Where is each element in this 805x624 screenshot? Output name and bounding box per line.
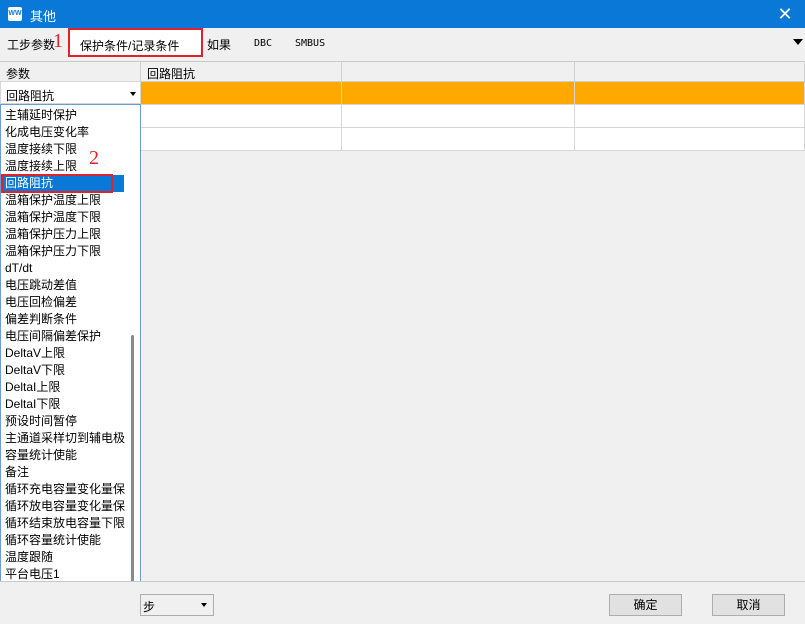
column-header-2 — [342, 62, 575, 82]
param-combo-value: 回路阻抗 — [6, 89, 55, 103]
dropdown-item[interactable]: 循环充电容量变化量保护 — [5, 481, 125, 498]
dropdown-item[interactable]: 预设时间暂停 — [5, 413, 125, 430]
column-header-1: 回路阻抗 — [141, 62, 342, 82]
dropdown-item[interactable]: 容量统计使能 — [5, 447, 125, 464]
chevron-down-icon[interactable] — [201, 603, 207, 607]
grid-cell-r3-c1[interactable] — [141, 128, 342, 151]
dropdown-item[interactable]: 温度接续下限 — [5, 141, 125, 158]
dropdown-item[interactable]: 温度接续上限 — [5, 158, 125, 175]
dropdown-item[interactable]: 循环放电容量变化量保护 — [5, 498, 125, 515]
dropdown-item[interactable]: 电压回检偏差 — [5, 294, 125, 311]
bottom-bar: 步 确定 取消 — [0, 581, 805, 624]
dropdown-item[interactable]: 化成电压变化率 — [5, 124, 125, 141]
dropdown-scroll-thumb[interactable] — [131, 335, 134, 600]
dropdown-item[interactable]: 温箱保护压力上限 — [5, 226, 125, 243]
tab-smbus[interactable]: SMBUS — [295, 38, 325, 49]
chevron-down-icon[interactable] — [130, 92, 136, 96]
dropdown-item[interactable]: 温度跟随 — [5, 549, 125, 566]
tab-overflow-arrow-icon[interactable] — [793, 39, 803, 45]
app-icon: WW — [8, 7, 22, 21]
grid-cell-r2-c2[interactable] — [342, 105, 575, 128]
dropdown-item[interactable]: 电压间隔偏差保护 — [5, 328, 125, 345]
title-bar: WW 其他 ✕ — [0, 0, 805, 28]
dropdown-item[interactable]: DeltaI下限 — [5, 396, 125, 413]
dropdown-item[interactable]: 回路阻抗 — [5, 175, 125, 192]
close-icon[interactable]: ✕ — [770, 2, 800, 26]
param-combo[interactable]: 回路阻抗 — [0, 81, 141, 104]
annotation-2: 2 — [89, 147, 99, 169]
dropdown-item[interactable]: DeltaI上限 — [5, 379, 125, 396]
dropdown-item[interactable]: 温箱保护温度上限 — [5, 192, 125, 209]
dropdown-item[interactable]: 偏差判断条件 — [5, 311, 125, 328]
tab-if[interactable]: 如果 — [207, 36, 231, 53]
dropdown-item[interactable]: DeltaV上限 — [5, 345, 125, 362]
step-combo-value: 步 — [143, 600, 156, 614]
dropdown-item[interactable]: 温箱保护压力下限 — [5, 243, 125, 260]
grid-cell-r3-c3[interactable] — [575, 128, 805, 151]
step-combo[interactable]: 步 — [140, 594, 214, 616]
ok-button[interactable]: 确定 — [609, 594, 682, 616]
tab-step-params[interactable]: 工步参数 — [7, 36, 55, 53]
grid-cell-r3-c2[interactable] — [342, 128, 575, 151]
annotation-1: 1 — [53, 30, 63, 52]
window-title: 其他 — [30, 9, 57, 24]
grid-cell-r2-c1[interactable] — [141, 105, 342, 128]
tab-dbc[interactable]: DBC — [254, 38, 272, 49]
dropdown-item[interactable]: 循环结束放电容量下限 — [5, 515, 125, 532]
grid-cell-r1-c3[interactable] — [575, 82, 805, 105]
tab-protection-conditions[interactable]: 保护条件/记录条件 — [68, 28, 203, 57]
grid-cell-r1-c2[interactable] — [342, 82, 575, 105]
dropdown-item[interactable]: 电压跳动差值 — [5, 277, 125, 294]
dropdown-item[interactable]: 备注 — [5, 464, 125, 481]
dropdown-item[interactable]: DeltaV下限 — [5, 362, 125, 379]
dropdown-item[interactable]: dT/dt — [5, 260, 125, 277]
grid-cell-r2-c3[interactable] — [575, 105, 805, 128]
dropdown-item[interactable]: 温箱保护温度下限 — [5, 209, 125, 226]
param-dropdown-list[interactable]: 主辅延时保护 化成电压变化率 温度接续下限 温度接续上限 回路阻抗 温箱保护温度上限 温箱保… — [0, 104, 141, 618]
grid-cell-r1-c1[interactable] — [141, 82, 342, 105]
tab-strip: 工步参数 1 保护条件/记录条件 如果 DBC SMBUS — [0, 28, 805, 61]
column-header-param: 参数 — [0, 62, 141, 82]
cancel-button[interactable]: 取消 — [712, 594, 785, 616]
dropdown-item[interactable]: 循环容量统计使能 — [5, 532, 125, 549]
dropdown-item[interactable]: 主通道采样切到辅电极 — [5, 430, 125, 447]
column-header-3 — [575, 62, 805, 82]
dropdown-scrollbar[interactable] — [126, 105, 140, 617]
dropdown-item[interactable]: 主辅延时保护 — [5, 107, 125, 124]
